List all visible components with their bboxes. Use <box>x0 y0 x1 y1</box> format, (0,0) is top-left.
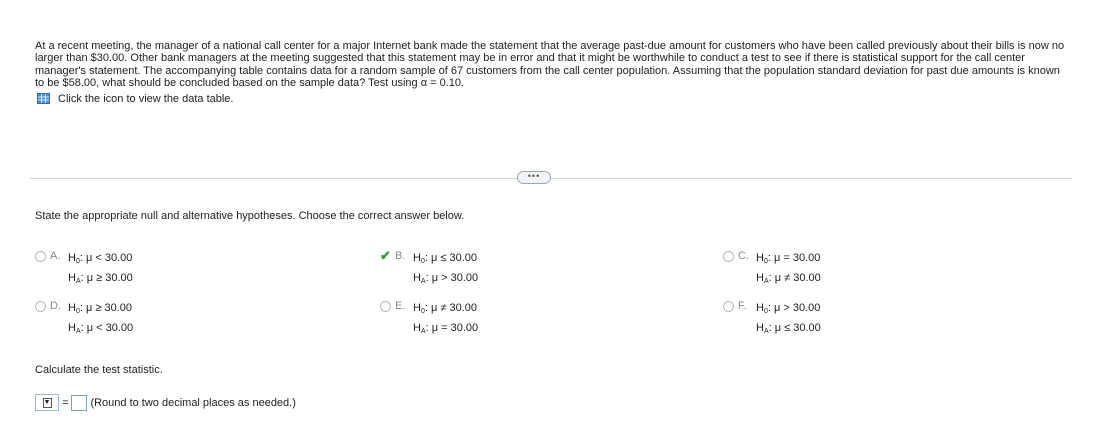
null-hypothesis: H0: μ > 30.00 <box>756 302 821 315</box>
hypotheses-question: State the appropriate null and alternati… <box>35 210 465 222</box>
chevron-down-icon[interactable]: ▼ <box>42 397 52 408</box>
option-f[interactable]: F. H0: μ > 30.00 HA: μ ≤ 30.00 <box>723 300 821 340</box>
alternative-hypothesis: HA: μ ≠ 30.00 <box>756 272 821 285</box>
null-hypothesis: H0: μ ≥ 30.00 <box>68 302 132 315</box>
alternative-hypothesis: HA: μ = 30.00 <box>413 322 479 335</box>
option-letter: D. <box>50 300 61 312</box>
answer-row: ▼ = (Round to two decimal places as need… <box>35 394 296 411</box>
option-letter: C. <box>738 250 749 262</box>
data-table-icon[interactable] <box>37 93 50 105</box>
option-b[interactable]: ✔ B. H0: μ ≤ 30.00 HA: μ > 30.00 <box>380 249 479 290</box>
null-hypothesis: H0: μ ≠ 30.00 <box>413 302 477 315</box>
alternative-hypothesis: HA: μ ≤ 30.00 <box>756 322 821 335</box>
problem-text: At a recent meeting, the manager of a na… <box>35 40 1065 90</box>
rounding-hint: (Round to two decimal places as needed.) <box>90 396 296 409</box>
radio-button[interactable] <box>723 251 734 262</box>
section-divider <box>30 178 1072 179</box>
radio-button[interactable] <box>380 301 391 312</box>
alternative-hypothesis: HA: μ < 30.00 <box>68 322 134 335</box>
radio-button[interactable] <box>35 251 46 262</box>
option-a[interactable]: A. H0: μ < 30.00 HA: μ ≥ 30.00 <box>35 250 133 290</box>
null-hypothesis: H0: μ < 30.00 <box>68 252 133 265</box>
radio-button[interactable] <box>35 301 46 312</box>
data-table-link[interactable]: Click the icon to view the data table. <box>35 93 1070 105</box>
statistic-dropdown[interactable]: ▼ <box>35 394 59 411</box>
test-statistic-input[interactable] <box>71 394 88 411</box>
equals-sign: = <box>62 396 69 409</box>
data-table-link-text[interactable]: Click the icon to view the data table. <box>58 93 233 105</box>
option-letter: F. <box>738 300 747 312</box>
expand-more-button[interactable]: ••• <box>517 171 551 184</box>
option-e[interactable]: E. H0: μ ≠ 30.00 HA: μ = 30.00 <box>380 300 478 340</box>
null-hypothesis: H0: μ ≤ 30.00 <box>413 252 477 265</box>
checkmark-icon[interactable]: ✔ <box>380 249 395 290</box>
option-letter: B. <box>395 250 406 262</box>
option-letter: A. <box>50 250 61 262</box>
alternative-hypothesis: HA: μ > 30.00 <box>413 272 479 285</box>
option-letter: E. <box>395 300 406 312</box>
option-d[interactable]: D. H0: μ ≥ 30.00 HA: μ < 30.00 <box>35 300 133 340</box>
radio-button[interactable] <box>723 301 734 312</box>
problem-statement: At a recent meeting, the manager of a na… <box>35 40 1070 105</box>
option-c[interactable]: C. H0: μ = 30.00 HA: μ ≠ 30.00 <box>723 250 821 290</box>
test-statistic-question: Calculate the test statistic. <box>35 364 163 376</box>
alternative-hypothesis: HA: μ ≥ 30.00 <box>68 272 133 285</box>
null-hypothesis: H0: μ = 30.00 <box>756 252 821 265</box>
